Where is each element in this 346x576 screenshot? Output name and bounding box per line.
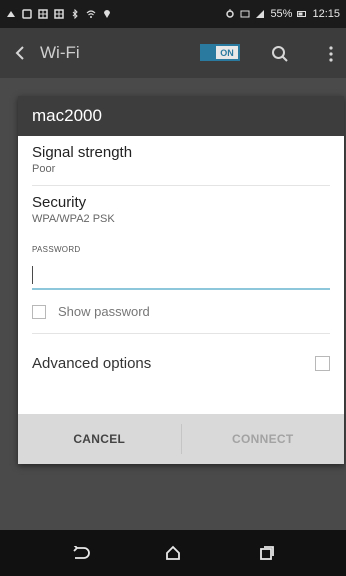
signal-strength-row: Signal strength Poor — [32, 136, 330, 186]
wifi-connect-dialog: mac2000 Signal strength Poor Security WP… — [18, 96, 344, 464]
nav-home-button[interactable] — [160, 540, 186, 566]
nav-back-button[interactable] — [68, 540, 94, 566]
signal-strength-value: Poor — [32, 163, 56, 175]
dialog-body: Signal strength Poor Security WPA/WPA2 P… — [18, 136, 344, 392]
nav-home-icon — [166, 545, 180, 560]
back-arrow-icon — [15, 46, 24, 60]
system-icons: 55% 12:15 — [225, 8, 340, 20]
signal-strength-label: Signal strength — [32, 144, 133, 161]
cast-icon — [240, 10, 250, 18]
back-button[interactable] — [0, 28, 40, 78]
show-password-row[interactable]: Show password — [32, 290, 330, 334]
wifi-icon — [86, 10, 96, 18]
dialog-buttons: CANCEL CONNECT — [18, 414, 344, 464]
connect-button[interactable]: CONNECT — [182, 414, 345, 464]
action-bar: Wi-Fi ON — [0, 28, 346, 78]
advanced-options-row[interactable]: Advanced options — [32, 334, 330, 392]
notification-icons — [6, 9, 112, 19]
text-cursor — [32, 266, 33, 284]
more-options-button[interactable] — [322, 40, 340, 68]
password-label: PASSWORD — [32, 245, 81, 254]
battery-percent: 55% — [270, 8, 293, 20]
app-icon — [22, 9, 32, 19]
navigation-bar — [0, 530, 346, 576]
nav-recents-button[interactable] — [254, 540, 280, 566]
sync-icon — [226, 9, 235, 18]
advanced-options-checkbox[interactable] — [315, 355, 330, 371]
security-row: Security WPA/WPA2 PSK — [32, 186, 330, 235]
bluetooth-icon — [72, 9, 78, 19]
dialog-title: mac2000 — [18, 96, 344, 136]
search-button[interactable] — [266, 40, 294, 68]
nav-back-icon — [73, 546, 90, 559]
page-title: Wi-Fi — [40, 43, 80, 62]
nav-recents-icon — [260, 546, 274, 560]
status-bar: 55% 12:15 — [0, 0, 346, 28]
cancel-button[interactable]: CANCEL — [18, 414, 181, 464]
show-password-checkbox[interactable] — [32, 304, 46, 319]
gallery-icon — [54, 9, 64, 19]
search-icon — [272, 46, 288, 62]
location-icon — [104, 10, 110, 18]
more-vert-icon — [329, 46, 333, 62]
toggle-label: ON — [216, 46, 238, 59]
image-icon — [38, 9, 48, 19]
advanced-options-label: Advanced options — [32, 354, 152, 372]
show-password-label: Show password — [58, 304, 150, 319]
signal-icon — [7, 11, 15, 17]
wifi-toggle[interactable]: ON — [200, 44, 240, 61]
cell-signal-icon — [256, 10, 265, 18]
password-field[interactable] — [32, 264, 330, 290]
security-value: WPA/WPA2 PSK — [32, 213, 115, 225]
security-label: Security — [32, 194, 87, 211]
battery-icon — [297, 11, 307, 17]
clock: 12:15 — [312, 8, 340, 20]
